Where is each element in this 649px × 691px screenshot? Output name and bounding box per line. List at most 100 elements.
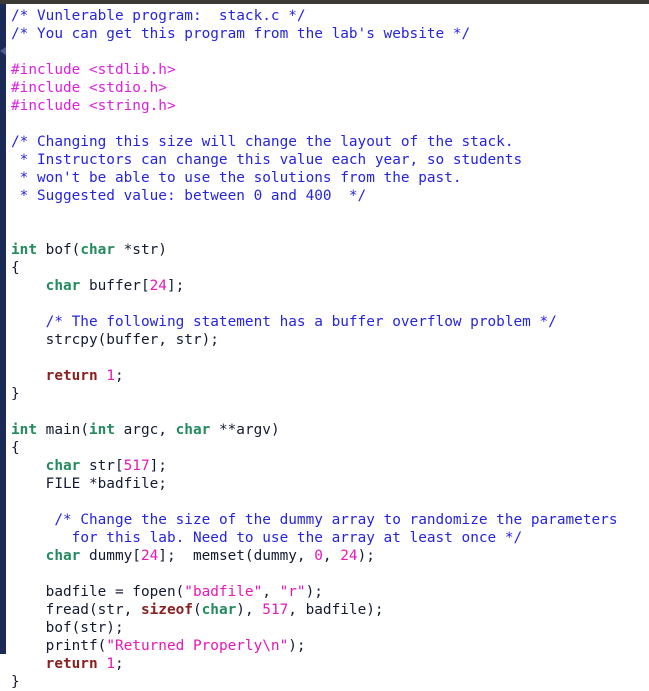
code-token-type: char bbox=[80, 242, 115, 258]
code-token-comment: /* Change the size of the dummy array to… bbox=[54, 512, 618, 528]
code-token-comment: /* Vunlerable program: stack.c */ bbox=[11, 8, 306, 24]
code-token-type: int bbox=[11, 422, 37, 438]
code-line: int bof(char *str) bbox=[11, 242, 167, 258]
code-line: fread(str, sizeof(char), 517, badfile); bbox=[11, 602, 384, 618]
code-line: { bbox=[11, 260, 20, 276]
code-token-plain: strcpy(buffer, str); bbox=[11, 332, 219, 348]
code-token-comment: /* Changing this size will change the la… bbox=[11, 134, 514, 150]
code-line: int main(int argc, char **argv) bbox=[11, 422, 280, 438]
code-token-plain: argc, bbox=[114, 422, 176, 438]
code-token-plain: printf( bbox=[11, 638, 107, 654]
code-line: /* The following statement has a buffer … bbox=[11, 314, 557, 330]
code-line: printf("Returned Properly\n"); bbox=[11, 638, 306, 654]
code-token-plain: } bbox=[11, 674, 20, 690]
code-token-plain: dummy[ bbox=[80, 548, 141, 564]
code-token-pre: #include <stdio.h> bbox=[11, 80, 167, 96]
code-line: char str[517]; bbox=[11, 458, 167, 474]
code-line: FILE *badfile; bbox=[11, 476, 167, 492]
source-code-block[interactable]: /* Vunlerable program: stack.c */ /* You… bbox=[6, 4, 649, 691]
code-editor-surface[interactable]: /* Vunlerable program: stack.c */ /* You… bbox=[6, 4, 649, 690]
code-token-comment: for this lab. Need to use the array at l… bbox=[71, 530, 523, 546]
code-line: #include <stdlib.h> bbox=[11, 62, 176, 78]
code-token-plain: fread(str, bbox=[11, 602, 141, 618]
code-token-plain: ; bbox=[114, 656, 124, 672]
code-token-plain: , badfile); bbox=[288, 602, 384, 618]
code-token-num: 517 bbox=[262, 602, 289, 618]
code-token-plain: } bbox=[11, 386, 20, 402]
code-line: #include <string.h> bbox=[11, 98, 176, 114]
code-line: return 1; bbox=[11, 368, 124, 384]
code-token-plain: **argv) bbox=[210, 422, 280, 438]
code-token-str: "badfile" bbox=[184, 584, 263, 600]
code-token-type: char bbox=[201, 602, 237, 618]
code-token-type: char bbox=[45, 548, 81, 564]
code-token-plain: badfile = fopen( bbox=[11, 584, 185, 600]
code-token-str: "Returned Properly\n" bbox=[106, 638, 289, 654]
code-token-plain: ); bbox=[288, 638, 306, 654]
code-line: * won't be able to use the solutions fro… bbox=[11, 170, 462, 186]
code-token-num: 1 bbox=[106, 656, 115, 672]
code-line: strcpy(buffer, str); bbox=[11, 332, 219, 348]
code-token-plain: str[ bbox=[80, 458, 124, 474]
code-token-plain: FILE *badfile; bbox=[11, 476, 167, 492]
code-token-num: 0 bbox=[314, 548, 323, 564]
code-token-plain: ); bbox=[305, 584, 323, 600]
code-token-plain: ]; bbox=[149, 458, 167, 474]
code-line: } bbox=[11, 674, 20, 690]
code-line: bof(str); bbox=[11, 620, 124, 636]
code-token-plain: { bbox=[11, 440, 20, 456]
code-token-type: char bbox=[45, 278, 81, 294]
code-line: } bbox=[11, 386, 20, 402]
code-token-plain: buffer[ bbox=[80, 278, 150, 294]
code-token-kw: return bbox=[45, 368, 98, 384]
code-token-kw: sizeof bbox=[140, 602, 193, 618]
code-token-plain: ); bbox=[357, 548, 375, 564]
code-token-plain: ; bbox=[114, 368, 124, 384]
code-token-plain: ]; memset(dummy, bbox=[158, 548, 315, 564]
code-token-num: 24 bbox=[149, 278, 167, 294]
code-token-type: int bbox=[11, 242, 37, 258]
code-token-plain: bof( bbox=[37, 242, 81, 258]
code-token-plain: ), bbox=[236, 602, 263, 618]
code-token-type: char bbox=[45, 458, 81, 474]
code-line: for this lab. Need to use the array at l… bbox=[11, 530, 523, 546]
code-line: /* Vunlerable program: stack.c */ bbox=[11, 8, 306, 24]
code-line: badfile = fopen("badfile", "r"); bbox=[11, 584, 323, 600]
code-token-comment: * Suggested value: between 0 and 400 */ bbox=[11, 188, 367, 204]
code-line: /* You can get this program from the lab… bbox=[11, 26, 470, 42]
code-token-plain: ]; bbox=[166, 278, 185, 294]
code-token-pre: #include <stdlib.h> bbox=[11, 62, 176, 78]
code-token-num: 517 bbox=[123, 458, 150, 474]
code-token-plain: bof(str); bbox=[11, 620, 124, 636]
code-line: { bbox=[11, 440, 20, 456]
code-line: #include <stdio.h> bbox=[11, 80, 167, 96]
code-token-type: int bbox=[88, 422, 115, 438]
code-token-pre: #include <string.h> bbox=[11, 98, 176, 114]
code-token-comment: /* The following statement has a buffer … bbox=[45, 314, 557, 330]
code-token-kw: return bbox=[45, 656, 98, 672]
code-line: char dummy[24]; memset(dummy, 0, 24); bbox=[11, 548, 375, 564]
code-token-num: 1 bbox=[106, 368, 115, 384]
code-line: char buffer[24]; bbox=[11, 278, 185, 294]
code-token-plain: ( bbox=[192, 602, 202, 618]
code-line: /* Changing this size will change the la… bbox=[11, 134, 514, 150]
code-line: return 1; bbox=[11, 656, 124, 672]
code-token-plain: , bbox=[322, 548, 341, 564]
code-line: * Instructors can change this value each… bbox=[11, 152, 523, 168]
code-line: /* Change the size of the dummy array to… bbox=[11, 512, 617, 528]
code-token-str: "r" bbox=[279, 584, 306, 600]
code-token-plain: *str) bbox=[114, 242, 167, 258]
code-token-num: 24 bbox=[140, 548, 159, 564]
code-token-comment: * Instructors can change this value each… bbox=[11, 152, 523, 168]
code-token-type: char bbox=[175, 422, 211, 438]
